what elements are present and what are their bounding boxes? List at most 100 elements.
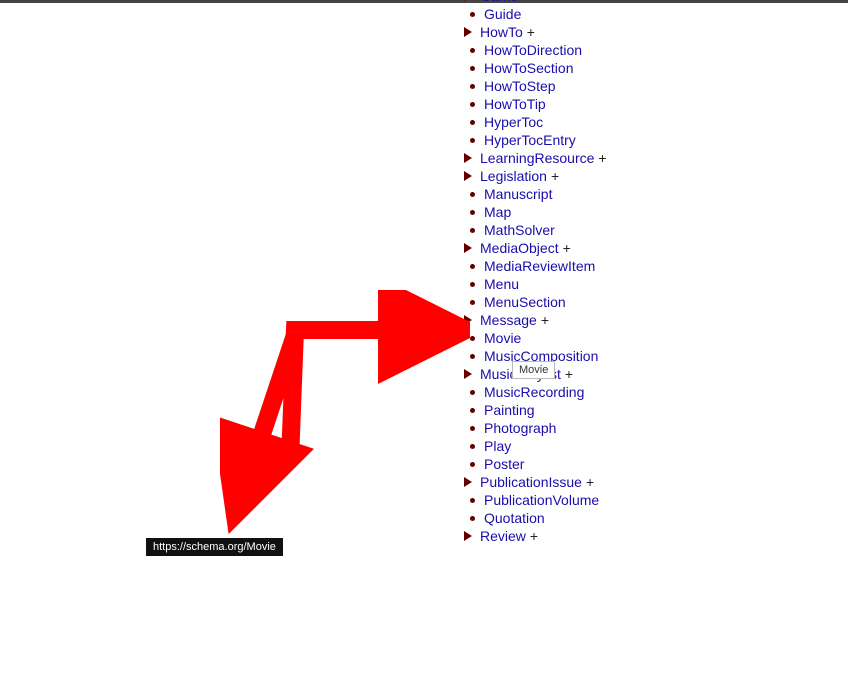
- bullet-icon: [466, 404, 478, 416]
- bullet-icon: [466, 98, 478, 110]
- expand-plus[interactable]: +: [530, 527, 538, 545]
- expand-icon[interactable]: [462, 368, 474, 380]
- tree-link[interactable]: Menu: [484, 275, 519, 293]
- tree-node-publicationissue[interactable]: PublicationIssue+: [462, 473, 607, 491]
- tree-link[interactable]: Quotation: [484, 509, 545, 527]
- bullet-icon: [466, 494, 478, 506]
- bullet-icon: [466, 386, 478, 398]
- tree-link[interactable]: Poster: [484, 455, 524, 473]
- tree-node-manuscript[interactable]: Manuscript: [462, 185, 607, 203]
- tree-node-howtodirection[interactable]: HowToDirection: [462, 41, 607, 59]
- tree-node-quotation[interactable]: Quotation: [462, 509, 607, 527]
- bullet-icon: [466, 80, 478, 92]
- tree-node-howtosection[interactable]: HowToSection: [462, 59, 607, 77]
- expand-icon[interactable]: [462, 152, 474, 164]
- expand-plus[interactable]: +: [551, 167, 559, 185]
- tree-node-learningresource[interactable]: LearningResource+: [462, 149, 607, 167]
- expand-plus[interactable]: +: [598, 149, 606, 167]
- tree-node-guide[interactable]: Guide: [462, 5, 607, 23]
- tree-link[interactable]: HyperToc: [484, 113, 543, 131]
- tree-node-map[interactable]: Map: [462, 203, 607, 221]
- tree-link[interactable]: HyperTocEntry: [484, 131, 576, 149]
- tree-node-hypertoc[interactable]: HyperToc: [462, 113, 607, 131]
- tree-link[interactable]: Map: [484, 203, 511, 221]
- tree-link[interactable]: MusicRecording: [484, 383, 584, 401]
- window-top-border: [0, 0, 848, 3]
- tree-node-menu[interactable]: Menu: [462, 275, 607, 293]
- bullet-icon: [466, 260, 478, 272]
- tree-link[interactable]: Message: [480, 311, 537, 329]
- hover-tooltip: Movie: [512, 361, 555, 379]
- expand-icon[interactable]: [462, 314, 474, 326]
- tree-link[interactable]: HowToSection: [484, 59, 574, 77]
- tree-node-mediaobject[interactable]: MediaObject+: [462, 239, 607, 257]
- expand-icon[interactable]: [462, 476, 474, 488]
- expand-plus[interactable]: +: [522, 0, 530, 5]
- tree-link[interactable]: Legislation: [480, 167, 547, 185]
- tree-node-howtostep[interactable]: HowToStep: [462, 77, 607, 95]
- tree-link[interactable]: Review: [480, 527, 526, 545]
- tree-link[interactable]: Manuscript: [484, 185, 552, 203]
- expand-plus[interactable]: +: [527, 23, 535, 41]
- tree-node-howtotip[interactable]: HowToTip: [462, 95, 607, 113]
- bullet-icon: [466, 422, 478, 434]
- tree-link[interactable]: HowToDirection: [484, 41, 582, 59]
- tree-node-painting[interactable]: Painting: [462, 401, 607, 419]
- tree-node-message[interactable]: Message+: [462, 311, 607, 329]
- bullet-icon: [466, 458, 478, 470]
- expand-icon[interactable]: [462, 0, 474, 2]
- tree-node-mathsolver[interactable]: MathSolver: [462, 221, 607, 239]
- bullet-icon: [466, 224, 478, 236]
- tree-node-movie[interactable]: Movie: [462, 329, 607, 347]
- tree-link[interactable]: PublicationIssue: [480, 473, 582, 491]
- expand-plus[interactable]: +: [563, 239, 571, 257]
- tree-link[interactable]: MediaReviewItem: [484, 257, 595, 275]
- schema-tree: Game + GuideHowTo+HowToDirectionHowToSec…: [462, 0, 607, 545]
- expand-icon[interactable]: [462, 530, 474, 542]
- bullet-icon: [466, 44, 478, 56]
- tree-link[interactable]: HowToStep: [484, 77, 556, 95]
- annotation-arrow: [220, 290, 470, 550]
- status-url: https://schema.org/Movie: [146, 538, 283, 556]
- tree-node-poster[interactable]: Poster: [462, 455, 607, 473]
- tree-link[interactable]: HowTo: [480, 23, 523, 41]
- bullet-icon: [466, 296, 478, 308]
- bullet-icon: [466, 350, 478, 362]
- tree-node-mediareviewitem[interactable]: MediaReviewItem: [462, 257, 607, 275]
- tree-link[interactable]: LearningResource: [480, 149, 594, 167]
- tree-node-howto[interactable]: HowTo+: [462, 23, 607, 41]
- bullet-icon: [466, 188, 478, 200]
- expand-plus[interactable]: +: [565, 365, 573, 383]
- tree-link[interactable]: Guide: [484, 5, 521, 23]
- expand-plus[interactable]: +: [586, 473, 594, 491]
- expand-plus[interactable]: +: [541, 311, 549, 329]
- bullet-icon: [466, 440, 478, 452]
- tree-node-photograph[interactable]: Photograph: [462, 419, 607, 437]
- tree-node-review[interactable]: Review+: [462, 527, 607, 545]
- expand-icon[interactable]: [462, 170, 474, 182]
- tree-link[interactable]: PublicationVolume: [484, 491, 599, 509]
- bullet-icon: [466, 278, 478, 290]
- bullet-icon: [466, 512, 478, 524]
- expand-icon[interactable]: [462, 242, 474, 254]
- bullet-icon: [466, 332, 478, 344]
- tree-link[interactable]: HowToTip: [484, 95, 546, 113]
- bullet-icon: [466, 206, 478, 218]
- tree-node-musicrecording[interactable]: MusicRecording: [462, 383, 607, 401]
- tree-node-legislation[interactable]: Legislation+: [462, 167, 607, 185]
- tree-link[interactable]: Painting: [484, 401, 535, 419]
- bullet-icon: [466, 116, 478, 128]
- tree-link[interactable]: MathSolver: [484, 221, 555, 239]
- tree-node-hypertocentry[interactable]: HyperTocEntry: [462, 131, 607, 149]
- tree-node-publicationvolume[interactable]: PublicationVolume: [462, 491, 607, 509]
- tree-link[interactable]: Play: [484, 437, 511, 455]
- tree-node-menusection[interactable]: MenuSection: [462, 293, 607, 311]
- tree-link[interactable]: MenuSection: [484, 293, 566, 311]
- tree-link[interactable]: MediaObject: [480, 239, 559, 257]
- bullet-icon: [466, 62, 478, 74]
- tree-node-play[interactable]: Play: [462, 437, 607, 455]
- tree-link[interactable]: Movie: [484, 329, 521, 347]
- tree-link[interactable]: Photograph: [484, 419, 556, 437]
- expand-icon[interactable]: [462, 26, 474, 38]
- bullet-icon: [466, 8, 478, 20]
